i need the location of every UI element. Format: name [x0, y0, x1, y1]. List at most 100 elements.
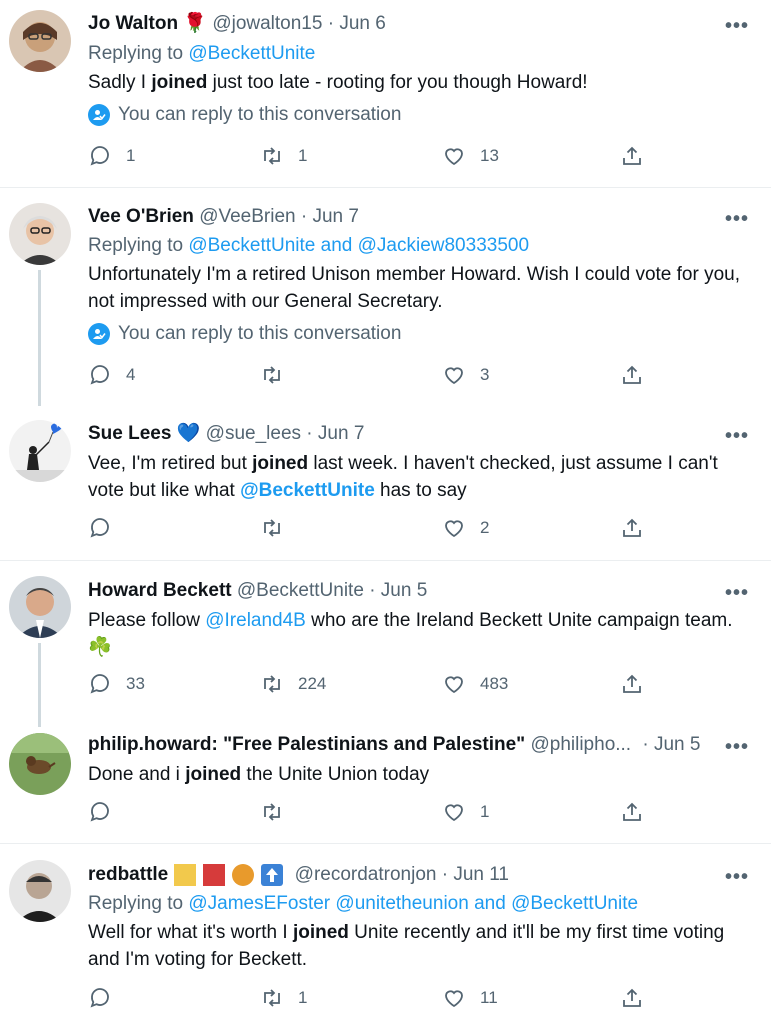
like-button[interactable]: 13: [442, 144, 499, 168]
mention-link[interactable]: @BeckettUnite: [240, 480, 375, 501]
share-button[interactable]: [620, 144, 658, 168]
like-icon: [445, 990, 463, 1008]
mention-link[interactable]: @BeckettUnite: [188, 43, 315, 64]
reply-icon: [90, 146, 109, 166]
retweet-button[interactable]: [260, 800, 298, 824]
reply-button[interactable]: [88, 800, 126, 824]
tweet-actions: 1 11: [88, 986, 648, 1016]
reply-icon: [90, 518, 109, 538]
tweet-jo-walton[interactable]: Jo Walton 🌹 @jowalton15 · Jun 6 ••• Repl…: [0, 0, 771, 187]
share-icon: [623, 674, 641, 693]
handle[interactable]: @philipho...: [530, 734, 631, 755]
display-name[interactable]: Sue Lees: [88, 423, 171, 444]
tweet-header: Jo Walton 🌹 @jowalton15 · Jun 6: [88, 11, 386, 37]
display-name[interactable]: Vee O'Brien: [88, 206, 194, 227]
tweet-header: redbattle @recordatronjon · Jun 11: [88, 862, 509, 888]
reply-button[interactable]: 1: [88, 144, 135, 168]
handle[interactable]: @VeeBrien: [199, 206, 295, 227]
tweet-actions: 33 224 483: [88, 672, 648, 702]
timestamp[interactable]: · Jun 5: [642, 734, 700, 755]
timestamp[interactable]: · Jun 6: [328, 13, 386, 34]
share-button[interactable]: [620, 363, 658, 387]
display-name[interactable]: philip.howard: "Free Palestinians and Pa…: [88, 734, 525, 755]
share-icon: [623, 365, 641, 384]
mention-link[interactable]: @BeckettUnite: [511, 893, 638, 914]
reply-button[interactable]: [88, 986, 126, 1010]
tweet-philip-howard[interactable]: philip.howard: "Free Palestinians and Pa…: [0, 729, 771, 843]
timestamp[interactable]: · Jun 7: [306, 423, 364, 444]
reply-button[interactable]: [88, 516, 126, 540]
reply-button[interactable]: 33: [88, 672, 145, 696]
tweet-actions: 1 1 13: [88, 144, 648, 174]
reply-notice: You can reply to this conversation: [88, 321, 401, 347]
share-button[interactable]: [620, 672, 658, 696]
tweet-actions: 2: [88, 516, 648, 546]
retweet-button[interactable]: [260, 363, 298, 387]
red-square-icon: [202, 863, 225, 886]
tweet-vee-obrien[interactable]: Vee O'Brien @VeeBrien · Jun 7 ••• Replyi…: [0, 188, 771, 408]
tweet-redbattle[interactable]: redbattle @recordatronjon · Jun 11 ••• R…: [0, 844, 771, 1024]
like-button[interactable]: 11: [442, 986, 498, 1010]
more-icon[interactable]: •••: [725, 737, 749, 757]
display-name[interactable]: Howard Beckett: [88, 580, 232, 601]
mention-link[interactable]: @BeckettUnite: [188, 235, 315, 256]
share-button[interactable]: [620, 986, 658, 1010]
tweet-howard-beckett[interactable]: Howard Beckett @BeckettUnite · Jun 5 •••…: [0, 561, 771, 729]
reply-icon: [90, 674, 109, 694]
handle[interactable]: @recordatronjon: [295, 864, 437, 885]
mention-link[interactable]: @unitetheunion: [335, 893, 468, 914]
display-name[interactable]: redbattle: [88, 864, 168, 885]
timestamp[interactable]: · Jun 7: [301, 206, 359, 227]
up-arrow-icon: [261, 863, 284, 886]
reply-button[interactable]: 4: [88, 363, 135, 387]
retweet-button[interactable]: 224: [260, 672, 326, 696]
handle[interactable]: @sue_lees: [206, 423, 301, 444]
avatar[interactable]: [9, 10, 71, 72]
timestamp[interactable]: · Jun 11: [442, 864, 509, 885]
retweet-icon: [264, 803, 280, 821]
timestamp[interactable]: · Jun 5: [369, 580, 427, 601]
more-icon[interactable]: •••: [725, 583, 749, 603]
retweet-button[interactable]: 1: [260, 986, 307, 1010]
share-icon: [623, 988, 641, 1007]
tweet-text: Vee, I'm retired but joined last week. I…: [88, 453, 718, 501]
share-icon: [623, 146, 641, 165]
like-icon: [445, 804, 463, 822]
avatar[interactable]: [9, 733, 71, 795]
tweet-header: Howard Beckett @BeckettUnite · Jun 5: [88, 578, 427, 604]
mention-link[interactable]: @Ireland4B: [205, 610, 306, 631]
tweet-sue-lees[interactable]: Sue Lees 💙 @sue_lees · Jun 7 ••• Vee, I'…: [0, 408, 771, 560]
like-button[interactable]: 483: [442, 672, 508, 696]
mention-link[interactable]: @JamesEFoster: [188, 893, 330, 914]
mention-link[interactable]: @Jackiew80333500: [358, 235, 529, 256]
like-icon: [445, 520, 463, 538]
retweet-button[interactable]: 1: [260, 144, 307, 168]
tweet-text: Unfortunately I'm a retired Unison membe…: [88, 264, 741, 312]
avatar[interactable]: [9, 860, 71, 922]
avatar[interactable]: [9, 420, 71, 482]
share-button[interactable]: [620, 800, 658, 824]
reply-notice: You can reply to this conversation: [88, 102, 401, 128]
more-icon[interactable]: •••: [725, 209, 749, 229]
avatar[interactable]: [9, 203, 71, 265]
conversation-icon: [88, 104, 110, 126]
replying-to: Replying to @BeckettUnite and @Jackiew80…: [88, 235, 530, 256]
handle[interactable]: @BeckettUnite: [237, 580, 364, 601]
like-icon: [445, 367, 463, 385]
tweet-text: Please follow @Ireland4B who are the Ire…: [88, 610, 733, 658]
like-button[interactable]: 1: [442, 800, 489, 824]
display-name[interactable]: Jo Walton: [88, 13, 178, 34]
conversation-icon: [88, 323, 110, 345]
more-icon[interactable]: •••: [725, 16, 749, 36]
retweet-button[interactable]: [260, 516, 298, 540]
retweet-icon: [264, 147, 280, 165]
share-button[interactable]: [620, 516, 658, 540]
like-button[interactable]: 3: [442, 363, 489, 387]
more-icon[interactable]: •••: [725, 867, 749, 887]
reply-icon: [90, 365, 109, 385]
avatar[interactable]: [9, 576, 71, 638]
handle[interactable]: @jowalton15: [212, 13, 322, 34]
like-button[interactable]: 2: [442, 516, 489, 540]
more-icon[interactable]: •••: [725, 426, 749, 446]
shamrock-emoji: ☘️: [88, 637, 112, 658]
